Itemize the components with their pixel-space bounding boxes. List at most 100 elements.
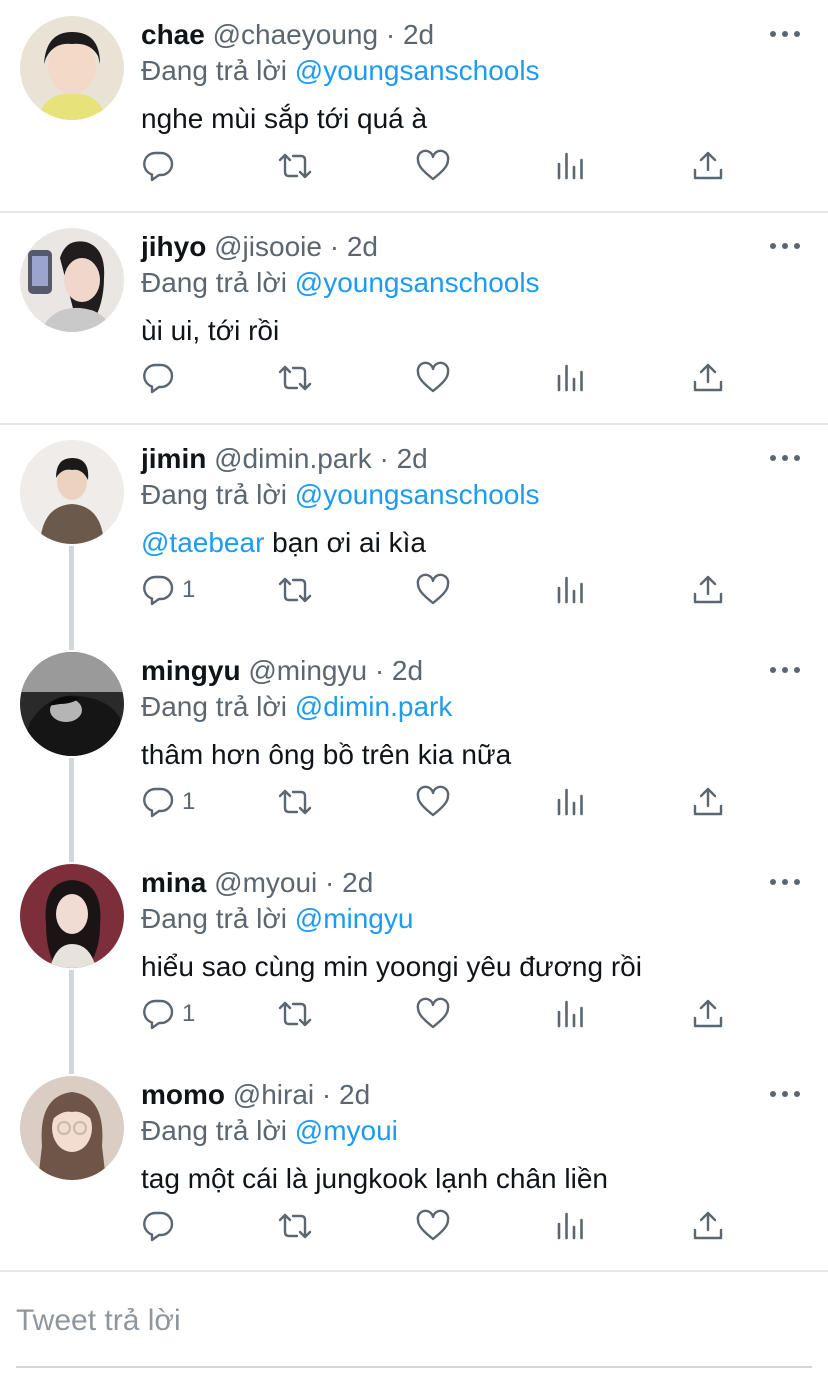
display-name[interactable]: jimin [141,443,206,474]
retweet-button[interactable] [277,146,313,186]
share-button[interactable] [690,1206,726,1246]
analytics-button[interactable] [553,570,589,610]
retweet-button[interactable] [277,994,313,1034]
avatar[interactable] [20,16,124,120]
retweet-button[interactable] [277,358,313,398]
reply-button[interactable] [140,358,182,398]
tweet-text: thâm hơn ông bồ trên kia nữa [141,738,511,772]
display-name[interactable]: mingyu [141,655,241,686]
user-handle[interactable]: @hirai [233,1079,314,1110]
replying-to-label: Đang trả lời [141,903,287,934]
tweet-header: mingyu @mingyu · 2d [141,654,423,688]
tweet[interactable]: chae @chaeyoung · 2d Đang trả lời @young… [0,0,828,212]
analytics-button[interactable] [553,994,589,1034]
tweet[interactable]: jihyo @jisooie · 2d Đang trả lời @youngs… [0,212,828,424]
avatar[interactable] [20,652,124,756]
more-icon[interactable] [770,1084,800,1104]
like-button[interactable] [415,570,451,610]
like-button[interactable] [415,358,451,398]
tweet[interactable]: mina @myoui · 2d Đang trả lời @mingyu hi… [0,848,828,1060]
like-button[interactable] [415,994,451,1034]
avatar[interactable] [20,1076,124,1180]
avatar[interactable] [20,864,124,968]
replying-to: Đang trả lời @youngsanschools [141,478,540,512]
retweet-button[interactable] [277,1206,313,1246]
display-name[interactable]: chae [141,19,205,50]
analytics-button[interactable] [553,1206,589,1246]
tweet-text: @taebear bạn ơi ai kìa [141,526,426,560]
retweet-button[interactable] [277,782,313,822]
share-icon [690,1208,726,1244]
user-handle[interactable]: @dimin.park [214,443,372,474]
like-button[interactable] [415,782,451,822]
user-handle[interactable]: @chaeyoung [213,19,378,50]
user-handle[interactable]: @myoui [214,867,317,898]
tweet-actions: 1 [0,570,828,610]
timestamp[interactable]: 2d [347,231,378,262]
replying-to-mention[interactable]: @myoui [295,1115,398,1146]
separator-dot: · [325,867,335,898]
tweet[interactable]: jimin @dimin.park · 2d Đang trả lời @you… [0,424,828,636]
more-icon[interactable] [770,236,800,256]
timestamp[interactable]: 2d [397,443,428,474]
tweet[interactable]: mingyu @mingyu · 2d Đang trả lời @dimin.… [0,636,828,848]
retweet-icon [277,360,313,396]
more-icon[interactable] [770,448,800,468]
reply-button[interactable]: 1 [140,782,195,822]
replying-to-label: Đang trả lời [141,267,287,298]
replying-to: Đang trả lời @mingyu [141,902,413,936]
reply-button[interactable] [140,1206,182,1246]
display-name[interactable]: mina [141,867,206,898]
avatar[interactable] [20,440,124,544]
retweet-button[interactable] [277,570,313,610]
reply-icon [140,148,176,184]
replying-to-mention[interactable]: @dimin.park [295,691,453,722]
analytics-button[interactable] [553,358,589,398]
more-icon[interactable] [770,872,800,892]
timestamp[interactable]: 2d [339,1079,370,1110]
reply-button[interactable]: 1 [140,570,195,610]
like-icon [415,572,451,608]
display-name[interactable]: jihyo [141,231,206,262]
timestamp[interactable]: 2d [392,655,423,686]
share-button[interactable] [690,994,726,1034]
share-button[interactable] [690,782,726,822]
tweet[interactable]: momo @hirai · 2d Đang trả lời @myoui tag… [0,1060,828,1272]
replying-to-mention[interactable]: @youngsanschools [295,55,540,86]
avatar[interactable] [20,228,124,332]
share-button[interactable] [690,146,726,186]
share-button[interactable] [690,358,726,398]
replying-to-label: Đang trả lời [141,1115,287,1146]
reply-count: 1 [182,788,196,815]
like-button[interactable] [415,146,451,186]
more-icon[interactable] [770,24,800,44]
tweet-actions [0,358,828,398]
analytics-button[interactable] [553,146,589,186]
analytics-icon [553,360,589,396]
reply-input[interactable] [16,1298,812,1344]
replying-to-mention[interactable]: @youngsanschools [295,479,540,510]
timestamp[interactable]: 2d [342,867,373,898]
analytics-icon [553,996,589,1032]
replying-to: Đang trả lời @dimin.park [141,690,452,724]
display-name[interactable]: momo [141,1079,225,1110]
reply-count: 1 [182,576,196,603]
share-button[interactable] [690,570,726,610]
analytics-button[interactable] [553,782,589,822]
like-button[interactable] [415,1206,451,1246]
like-icon [415,148,451,184]
share-icon [690,784,726,820]
reply-composer [16,1298,812,1368]
replying-to-label: Đang trả lời [141,55,287,86]
tweet-body-mention[interactable]: @taebear [141,527,264,558]
reply-button[interactable]: 1 [140,994,195,1034]
replying-to-mention[interactable]: @mingyu [295,903,414,934]
more-icon[interactable] [770,660,800,680]
user-handle[interactable]: @jisooie [214,231,322,262]
user-handle[interactable]: @mingyu [248,655,367,686]
analytics-icon [553,148,589,184]
timestamp[interactable]: 2d [403,19,434,50]
share-icon [690,148,726,184]
replying-to-mention[interactable]: @youngsanschools [295,267,540,298]
reply-button[interactable] [140,146,182,186]
